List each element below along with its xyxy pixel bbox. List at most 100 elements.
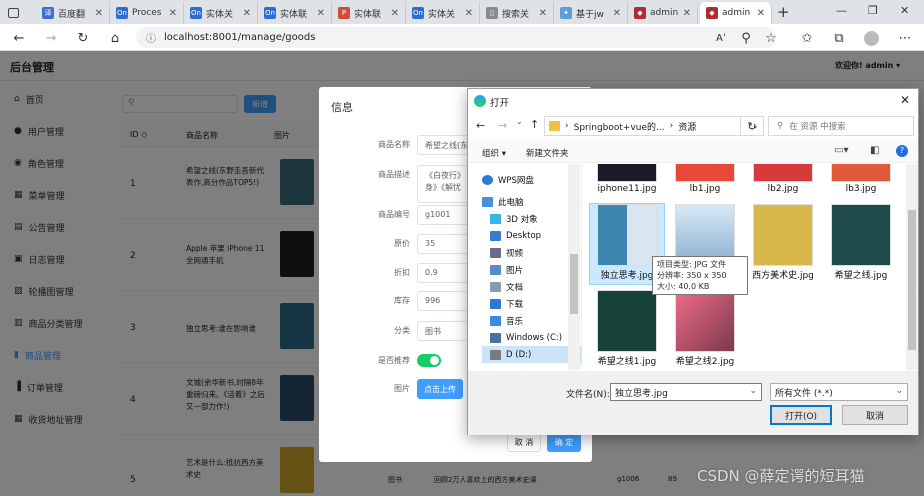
browser-tab[interactable]: P 实体联 ✕ <box>332 2 406 24</box>
close-icon[interactable]: ✕ <box>900 93 910 107</box>
file-item[interactable]: iphone11.jpg <box>590 164 664 194</box>
browser-tab[interactable]: ▯ 搜索关 ✕ <box>480 2 554 24</box>
navigation-pane: WPS网盘 此电脑 3D 对象 Desktop 视频 图片 文档 下载 音乐 W… <box>468 164 582 370</box>
filename-input[interactable]: 独立思考.jpg ⌄ <box>610 383 762 401</box>
file-item[interactable]: 希望之线.jpg <box>824 204 898 281</box>
site-icon: ◆ <box>706 7 718 19</box>
browser-tab[interactable]: On 实体联 ✕ <box>258 2 332 24</box>
breadcrumb[interactable]: › Springboot+vue的... › 资源 ⌄ <box>544 116 764 136</box>
forward-icon[interactable]: → <box>42 29 60 47</box>
download-icon <box>490 298 501 309</box>
browser-tab[interactable]: ✦ 基于jw ✕ <box>554 2 628 24</box>
new-folder-button[interactable]: 新建文件夹 <box>526 147 569 159</box>
more-menu-icon[interactable]: ⋯ <box>896 29 914 47</box>
close-tab-icon[interactable]: ✕ <box>757 8 765 19</box>
filetype-select[interactable]: 所有文件 (*.*) ⌄ <box>770 383 908 401</box>
chevron-down-icon[interactable]: ⌄ <box>749 386 757 396</box>
forward-icon[interactable]: → <box>498 119 507 132</box>
pictures-icon <box>490 264 501 275</box>
up-icon[interactable]: ↑ <box>530 118 539 131</box>
browser-tab[interactable]: On 实体关 ✕ <box>184 2 258 24</box>
back-icon[interactable]: ← <box>476 119 485 132</box>
file-list: iphone11.jpg lb1.jpg lb2.jpg lb3.jpg 独立思… <box>582 164 906 370</box>
browser-tab[interactable]: 译百度翻 ✕ <box>36 2 110 24</box>
pdf-icon: P <box>338 7 350 19</box>
refresh-icon[interactable]: ↻ <box>74 29 92 47</box>
file-search-input[interactable]: ⚲ 在 资源 中搜索 <box>768 116 914 136</box>
close-tab-icon[interactable]: ✕ <box>95 8 103 19</box>
file-thumbnail <box>675 164 735 182</box>
file-thumbnail <box>753 204 813 266</box>
collections-icon[interactable]: ⧉ <box>830 29 848 47</box>
restore-icon[interactable]: ❐ <box>868 4 878 17</box>
tab-actions-button[interactable] <box>2 2 30 24</box>
url-field[interactable]: ⓘ localhost:8001/manage/goods <box>136 27 776 48</box>
browser-tab-bar: 译百度翻 ✕ On Proces ✕ On 实体关 ✕ On 实体联 ✕ P 实体联 ✕ On 实体… <box>0 0 924 24</box>
address-bar: ← → ↻ ⌂ ⓘ localhost:8001/manage/goods Aʼ… <box>0 24 924 51</box>
browser-tab[interactable]: ◆ admin ✕ <box>628 2 698 24</box>
edge-icon <box>474 95 486 107</box>
file-thumbnail <box>831 164 891 182</box>
file-item[interactable]: lb1.jpg <box>668 164 742 194</box>
dialog-title: 信息 <box>331 101 353 114</box>
open-button[interactable]: 打开(O) <box>770 405 832 425</box>
file-scrollbar[interactable] <box>906 164 918 370</box>
confirm-button[interactable]: 确 定 <box>547 432 581 452</box>
translate-icon: 译 <box>42 7 54 19</box>
file-item[interactable]: 希望之线1.jpg <box>590 290 664 367</box>
recent-locations-icon[interactable]: ⌄ <box>516 117 523 126</box>
favorites-icon[interactable]: ✩ <box>798 29 816 47</box>
site-icon: ◆ <box>634 7 646 19</box>
tree-item[interactable]: WPS网盘 <box>482 171 577 188</box>
browser-tab[interactable]: On Proces ✕ <box>110 2 184 24</box>
file-item[interactable]: lb3.jpg <box>824 164 898 194</box>
view-options-icon[interactable]: ▭▾ <box>834 145 848 156</box>
help-icon[interactable]: ? <box>896 145 908 157</box>
profile-avatar[interactable] <box>862 29 880 47</box>
close-window-icon[interactable]: ✕ <box>900 4 909 17</box>
search-icon: ⚲ <box>777 121 784 131</box>
close-tab-icon[interactable]: ✕ <box>613 8 621 19</box>
close-tab-icon[interactable]: ✕ <box>243 8 251 19</box>
file-open-dialog: 打开 ✕ ← → ⌄ ↑ › Springboot+vue的... › 资源 ⌄… <box>467 88 919 435</box>
tree-scrollbar[interactable] <box>568 164 580 370</box>
close-tab-icon[interactable]: ✕ <box>539 8 547 19</box>
back-icon[interactable]: ← <box>10 29 28 47</box>
preview-pane-icon[interactable]: ◧ <box>870 145 879 156</box>
file-item[interactable]: lb2.jpg <box>746 164 820 194</box>
chevron-down-icon[interactable]: ⌄ <box>895 386 903 396</box>
file-item[interactable]: 西方美术史.jpg <box>746 204 820 281</box>
zoom-icon[interactable]: ⚲ <box>737 29 755 47</box>
minimize-icon[interactable]: — <box>836 4 847 17</box>
file-toolbar: 组织 ▾ 新建文件夹 ▭▾ ◧ ? <box>468 141 918 163</box>
file-dialog-title: 打开 <box>490 98 510 109</box>
organize-button[interactable]: 组织 ▾ <box>482 147 506 159</box>
desktop-icon <box>490 230 501 241</box>
tree-item[interactable]: 此电脑 <box>482 193 577 210</box>
file-cancel-button[interactable]: 取消 <box>842 405 908 425</box>
upload-button[interactable]: 点击上传 <box>417 379 463 399</box>
file-tooltip: 项目类型: JPG 文件 分辨率: 350 x 350 大小: 40.0 KB <box>652 256 748 295</box>
new-tab-button[interactable]: + <box>777 3 790 21</box>
cancel-button[interactable]: 取 消 <box>507 432 541 452</box>
close-tab-icon[interactable]: ✕ <box>683 8 691 19</box>
home-icon[interactable]: ⌂ <box>106 29 124 47</box>
close-tab-icon[interactable]: ✕ <box>317 8 325 19</box>
close-tab-icon[interactable]: ✕ <box>465 8 473 19</box>
close-tab-icon[interactable]: ✕ <box>169 8 177 19</box>
onenote-icon: On <box>264 7 276 19</box>
recommend-switch[interactable] <box>417 354 441 367</box>
tree-item-selected[interactable]: D (D:) <box>482 346 582 363</box>
browser-tab-active[interactable]: ◆ admin ✕ <box>700 2 772 24</box>
refresh-icon[interactable]: ↻ <box>740 116 764 136</box>
computer-icon <box>482 196 493 207</box>
bird-icon: ✦ <box>560 7 572 19</box>
file-thumbnail <box>597 204 657 266</box>
close-tab-icon[interactable]: ✕ <box>391 8 399 19</box>
read-aloud-icon[interactable]: Aʼ <box>712 29 730 47</box>
file-item[interactable]: 希望之线2.jpg <box>668 290 742 367</box>
drive-icon <box>490 349 501 360</box>
browser-tab[interactable]: On 实体关 ✕ <box>406 2 480 24</box>
favorite-add-icon[interactable]: ☆ <box>762 29 780 47</box>
watermark: CSDN @薛定谔的短耳猫 <box>697 467 865 485</box>
